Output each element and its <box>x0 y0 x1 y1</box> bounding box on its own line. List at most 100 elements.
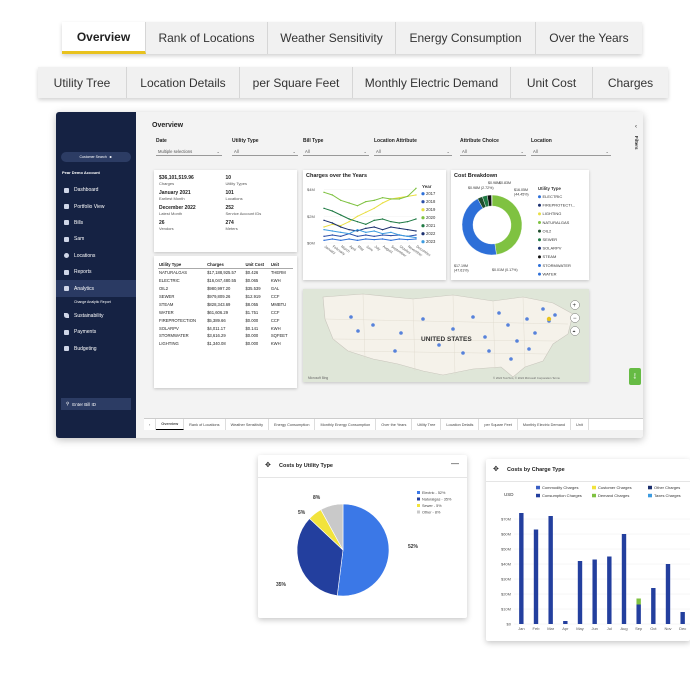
filter-attribute-choice[interactable]: Attribute Choice All ⌄ <box>460 138 526 156</box>
filter-location[interactable]: Location All ⌄ <box>531 138 611 156</box>
filter-dropdown[interactable]: All ⌄ <box>303 147 369 156</box>
data-point[interactable] <box>340 214 342 216</box>
data-point[interactable] <box>415 234 417 236</box>
legend-label[interactable]: ELECTRIC <box>543 194 563 199</box>
page-tab-weather-sensitivity[interactable]: Weather Sensitivity <box>226 419 269 430</box>
data-point[interactable] <box>398 227 400 230</box>
data-point[interactable] <box>373 238 375 241</box>
data-point[interactable] <box>331 230 334 232</box>
legend-label[interactable]: 2023 <box>426 239 436 244</box>
data-point[interactable] <box>365 238 367 240</box>
data-point[interactable] <box>331 210 334 212</box>
map-location-pin[interactable] <box>471 315 475 319</box>
data-point[interactable] <box>373 226 375 228</box>
page-nav-prev-icon[interactable]: ‹ <box>144 419 157 430</box>
data-point[interactable] <box>390 231 392 234</box>
bar-consumption-charges[interactable] <box>621 534 627 624</box>
customer-search-button[interactable]: Customer Search ☻ <box>61 152 131 162</box>
data-point[interactable] <box>323 226 325 228</box>
bar-consumption-charges[interactable] <box>680 612 685 624</box>
legend-label[interactable]: Electric - 52% <box>422 491 446 495</box>
legend-label[interactable]: 2020 <box>426 215 436 220</box>
tab-per-square-feet[interactable]: per Square Feet <box>240 67 353 98</box>
sidebar-item-locations[interactable]: Locations <box>56 248 136 264</box>
filter-location-attribute[interactable]: Location Attribute All ⌄ <box>374 138 452 156</box>
data-point[interactable] <box>348 218 350 220</box>
data-point[interactable] <box>398 238 400 240</box>
sidebar-item-bills[interactable]: Bills <box>56 215 136 231</box>
data-point[interactable] <box>340 224 342 227</box>
data-point[interactable] <box>381 196 384 199</box>
table-row[interactable]: SOLARPV $4,011.17 $0.141 KWH <box>158 324 293 332</box>
data-point[interactable] <box>365 227 367 230</box>
legend-label[interactable]: Other Charges <box>654 485 680 490</box>
locations-map[interactable]: UNITED STATES + − ⌖ Microsoft Bing © 202… <box>303 289 589 382</box>
data-point[interactable] <box>415 187 417 190</box>
data-point[interactable] <box>381 238 384 240</box>
legend-label[interactable]: Customer Charges <box>598 485 632 490</box>
tab-utility-tree[interactable]: Utility Tree <box>38 67 127 98</box>
legend-label[interactable]: SOLARPV <box>543 246 562 251</box>
data-point[interactable] <box>415 236 417 239</box>
data-point[interactable] <box>406 238 409 241</box>
bill-id-search[interactable]: ⚲ Enter Bill ID <box>61 398 131 410</box>
filter-dropdown[interactable]: All ⌄ <box>232 147 298 156</box>
map-location-pin[interactable] <box>483 335 487 339</box>
legend-label[interactable]: 2022 <box>426 231 436 236</box>
map-location-pin[interactable] <box>371 323 375 327</box>
legend-label[interactable]: LIGHTING <box>543 211 562 216</box>
legend-label[interactable]: OIL2 <box>543 228 552 233</box>
data-point[interactable] <box>398 198 400 200</box>
data-point[interactable] <box>331 223 334 226</box>
data-point[interactable] <box>340 235 342 238</box>
table-row[interactable]: SEWER $979,809.26 $12.919 CCF <box>158 293 293 301</box>
data-point[interactable] <box>340 239 342 242</box>
data-point[interactable] <box>348 202 350 204</box>
data-point[interactable] <box>415 230 417 232</box>
data-point[interactable] <box>398 196 400 199</box>
data-point[interactable] <box>381 202 384 204</box>
bar-demand-charges[interactable] <box>636 598 641 605</box>
data-point[interactable] <box>381 228 384 231</box>
data-point[interactable] <box>356 220 359 223</box>
filter-dropdown[interactable]: Multiple selections ⌄ <box>156 147 222 156</box>
map-location-pin[interactable] <box>421 317 425 321</box>
map-location-pin[interactable] <box>541 307 545 311</box>
filter-bill-type[interactable]: Bill Type All ⌄ <box>303 138 369 156</box>
bar-consumption-charges[interactable] <box>548 516 553 624</box>
tab-monthly-electric-demand[interactable]: Monthly Electric Demand <box>353 67 511 98</box>
data-point[interactable] <box>340 231 342 234</box>
sidebar-item-analytics[interactable]: Analytics <box>56 280 136 297</box>
data-point[interactable] <box>415 218 417 220</box>
filter-dropdown[interactable]: All ⌄ <box>531 147 611 156</box>
filters-pane-toggle[interactable]: Filters <box>634 136 639 150</box>
data-point[interactable] <box>365 234 367 236</box>
data-point[interactable] <box>356 239 359 242</box>
map-location-pin[interactable] <box>509 357 513 361</box>
sidebar-item-dashboard[interactable]: Dashboard <box>56 182 136 198</box>
map-location-pin[interactable] <box>487 349 491 353</box>
data-point[interactable] <box>415 194 417 196</box>
move-icon[interactable]: ✥ <box>265 461 271 469</box>
data-point[interactable] <box>331 234 334 236</box>
chevron-left-icon[interactable]: ‹ <box>635 124 637 130</box>
data-point[interactable] <box>365 200 367 203</box>
column-header[interactable]: Utility Type <box>158 260 207 269</box>
data-point[interactable] <box>331 222 334 224</box>
legend-label[interactable]: WATER <box>543 271 557 276</box>
data-point[interactable] <box>340 226 342 228</box>
map-location-pin[interactable] <box>461 351 465 355</box>
data-point[interactable] <box>323 239 325 242</box>
legend-label[interactable]: STORMWATER <box>543 263 571 268</box>
data-point[interactable] <box>390 198 392 200</box>
legend-label[interactable]: STEAM <box>543 254 557 259</box>
bar-consumption-charges[interactable] <box>592 559 597 625</box>
tab-rank-of-locations[interactable]: Rank of Locations <box>146 22 268 54</box>
data-point[interactable] <box>340 199 342 202</box>
data-point[interactable] <box>323 235 325 238</box>
sidebar-item-payments[interactable]: Payments <box>56 324 136 340</box>
map-location-pin[interactable] <box>506 323 510 327</box>
table-row[interactable]: NATURALGAS $17,188,925.57 $0.426 THERM <box>158 269 293 277</box>
data-point[interactable] <box>323 219 325 222</box>
bar-consumption-charges[interactable] <box>636 604 641 625</box>
